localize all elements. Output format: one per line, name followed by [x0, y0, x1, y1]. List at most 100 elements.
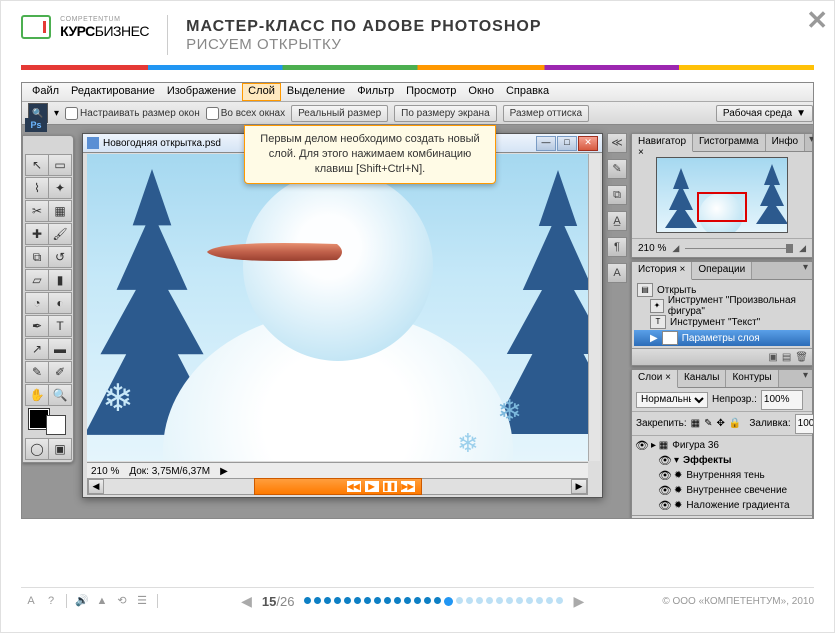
next-button[interactable]: ▶▶ [401, 481, 415, 492]
zoom-out-icon[interactable]: ◢ [672, 243, 679, 254]
progress-dot[interactable] [456, 597, 463, 604]
workspace-dropdown[interactable]: Рабочая среда▼ [716, 105, 813, 122]
play-button[interactable]: ▶ [365, 481, 379, 492]
progress-dot[interactable] [354, 597, 361, 604]
expand-icon[interactable]: ≪ [607, 133, 627, 153]
progress-dot[interactable] [424, 597, 431, 604]
all-windows-check[interactable]: Во всех окнах [206, 107, 285, 120]
progress-dot[interactable] [434, 597, 441, 604]
progress-dot[interactable] [374, 597, 381, 604]
actions-tab[interactable]: Операции [692, 262, 752, 279]
shape-tool[interactable]: ▬ [48, 338, 72, 360]
progress-dot[interactable] [496, 597, 503, 604]
layers-tab[interactable]: Слои × [632, 370, 678, 388]
menu-window[interactable]: Окно [462, 83, 500, 101]
close-doc-button[interactable]: ✕ [578, 136, 598, 151]
layer-effect-item[interactable]: 👁✹Внутренняя тень [632, 468, 812, 483]
progress-dot[interactable] [536, 597, 543, 604]
progress-dot[interactable] [384, 597, 391, 604]
lock-paint-icon[interactable]: ✎ [704, 418, 712, 429]
progress-dot[interactable] [314, 597, 321, 604]
wand-tool[interactable]: ✦ [48, 177, 72, 199]
close-button[interactable]: ✕ [806, 7, 828, 33]
back-button[interactable]: ⟲ [114, 593, 130, 609]
progress-dot[interactable] [516, 597, 523, 604]
menu-help[interactable]: Справка [500, 83, 555, 101]
brush-preset-icon[interactable]: ✎ [607, 159, 627, 179]
progress-dot[interactable] [476, 597, 483, 604]
progress-dot[interactable] [556, 597, 563, 604]
panel-menu-icon[interactable]: ▾ [799, 262, 812, 279]
menu-filter[interactable]: Фильтр [351, 83, 400, 101]
zoom-value[interactable]: 210 % [91, 466, 119, 477]
next-page-button[interactable]: ▶ [573, 593, 584, 610]
lock-all-icon[interactable]: 🔒 [729, 418, 741, 429]
new-layer-icon[interactable]: ▤ [782, 519, 791, 520]
layer-effect-item[interactable]: 👁✹Внутреннее свечение [632, 483, 812, 498]
layer-row[interactable]: 👁▸ ▦Фигура 36 [632, 438, 812, 453]
stamp-tool[interactable]: ⧉ [25, 246, 49, 268]
fit-screen-button[interactable]: По размеру экрана [394, 105, 496, 122]
color-swatch[interactable] [25, 407, 70, 437]
visibility-icon[interactable]: 👁 [635, 439, 647, 452]
crop-tool[interactable]: ✂ [25, 200, 49, 222]
menu-select[interactable]: Выделение [281, 83, 351, 101]
history-brush-tool[interactable]: ↺ [48, 246, 72, 268]
scroll-left-button[interactable]: ◀ [88, 479, 104, 494]
history-item-selected[interactable]: ▶▤Параметры слоя [634, 330, 810, 346]
progress-dot[interactable] [506, 597, 513, 604]
prev-button[interactable]: ◀◀ [347, 481, 361, 492]
new-snapshot-icon[interactable]: ▣ [768, 352, 777, 363]
eyedropper-tool[interactable]: ✐ [48, 361, 72, 383]
print-size-button[interactable]: Размер оттиска [503, 105, 589, 122]
paragraph-icon[interactable]: ¶ [607, 237, 627, 257]
type-tool[interactable]: T [48, 315, 72, 337]
heal-tool[interactable]: ✚ [25, 223, 49, 245]
panel-menu-icon[interactable]: ▾ [805, 134, 814, 151]
move-tool[interactable]: ↖ [25, 154, 49, 176]
dodge-tool[interactable]: ◐ [48, 292, 72, 314]
blur-tool[interactable]: ◔ [25, 292, 49, 314]
new-doc-icon[interactable]: ▤ [782, 352, 791, 363]
prev-page-button[interactable]: ◀ [241, 593, 252, 610]
navigator-thumbnail[interactable] [656, 157, 788, 233]
sound-button[interactable]: 🔊 [74, 593, 90, 609]
histogram-tab[interactable]: Гистограмма [693, 134, 766, 151]
menu-layer[interactable]: Слой [242, 83, 281, 101]
brush-tool[interactable]: 🖌 [48, 223, 72, 245]
scroll-track[interactable]: ◀◀ ▶ ❚❚ ▶▶ [104, 479, 571, 494]
folder-icon[interactable]: ▢ [768, 519, 777, 520]
actual-size-button[interactable]: Реальный размер [291, 105, 388, 122]
paths-tab[interactable]: Контуры [726, 370, 778, 387]
info-tab[interactable]: Инфо [766, 134, 806, 151]
progress-dot[interactable] [334, 597, 341, 604]
progress-dot[interactable] [444, 597, 453, 606]
progress-dot[interactable] [394, 597, 401, 604]
nav-zoom-value[interactable]: 210 % [638, 243, 666, 254]
opacity-input[interactable] [761, 390, 803, 410]
menu-file[interactable]: Файл [26, 83, 65, 101]
menu-view[interactable]: Просмотр [400, 83, 462, 101]
screenmode-tool[interactable]: ▣ [48, 438, 72, 460]
hand-tool[interactable]: ✋ [25, 384, 49, 406]
help-button[interactable]: A [23, 593, 39, 609]
adjustment-icon[interactable]: ◐ [758, 519, 764, 520]
marquee-tool[interactable]: ▭ [48, 154, 72, 176]
history-item[interactable]: ✦Инструмент "Произвольная фигура" [634, 298, 810, 314]
lasso-tool[interactable]: ⌇ [25, 177, 49, 199]
vertical-scrollbar[interactable] [588, 154, 600, 461]
blend-mode-select[interactable]: Нормальный [636, 392, 708, 408]
history-tab[interactable]: История × [632, 262, 692, 280]
clone-source-icon[interactable]: ⧉ [607, 185, 627, 205]
pen-tool[interactable]: ✒ [25, 315, 49, 337]
menu-edit[interactable]: Редактирование [65, 83, 161, 101]
resize-windows-check[interactable]: Настраивать размер окон [65, 107, 200, 120]
channels-tab[interactable]: Каналы [678, 370, 727, 387]
menu-image[interactable]: Изображение [161, 83, 242, 101]
minimize-button[interactable]: — [536, 136, 556, 151]
zoom-slider[interactable] [685, 248, 793, 249]
progress-dot[interactable] [344, 597, 351, 604]
gradient-tool[interactable]: ▮ [48, 269, 72, 291]
character-icon[interactable]: A̲ [607, 211, 627, 231]
zoom-tool[interactable]: 🔍 [48, 384, 72, 406]
